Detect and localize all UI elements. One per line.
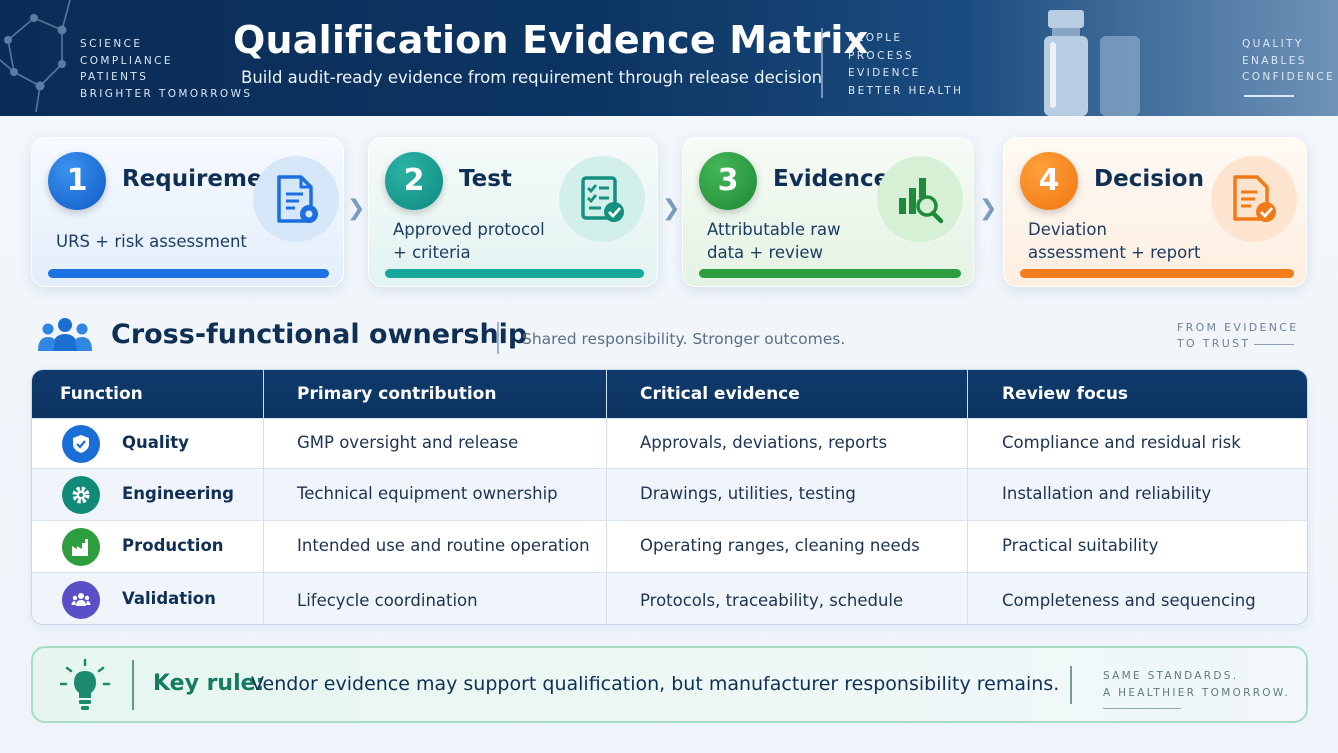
step-card-decision: 4 Decision Deviation assessment + report <box>1003 137 1307 287</box>
table-row: Engineering Technical equipment ownershi… <box>32 468 1307 520</box>
step-number: 1 <box>48 152 106 210</box>
step-description: URS + risk assessment <box>56 232 247 251</box>
banner-divider <box>821 28 823 98</box>
key-rule-text: Vendor evidence may support qualificatio… <box>251 673 1060 695</box>
step-card-test: 2 Test Approved protocol + criteria <box>368 137 658 287</box>
step-progress-bar <box>48 269 329 278</box>
evidence-cell: Approvals, deviations, reports <box>640 433 888 452</box>
key-rule-label: Key rule: <box>153 671 265 696</box>
chevron-right-icon: ❯ <box>347 196 366 221</box>
key-rule-banner: Key rule: Vendor evidence may support qu… <box>31 646 1308 723</box>
focus-cell: Compliance and residual risk <box>1002 433 1241 452</box>
document-gear-icon <box>253 156 339 242</box>
step-card-evidence: 3 Evidence Attributable raw data + revie… <box>682 137 974 287</box>
section-subtitle: Shared responsibility. Stronger outcomes… <box>522 330 846 348</box>
step-description: Attributable raw data + review <box>707 220 841 262</box>
column-header-contribution: Primary contribution <box>297 384 497 404</box>
step-description: Deviation assessment + report <box>1028 220 1201 262</box>
shield-check-icon <box>62 425 100 463</box>
evidence-cell: Operating ranges, cleaning needs <box>640 536 920 555</box>
step-title: Evidence <box>773 166 890 192</box>
step-card-requirement: 1 Requirement URS + risk assessment <box>31 137 344 287</box>
vial-icon <box>1044 10 1140 116</box>
section-title: Cross-functional ownership <box>111 319 528 350</box>
column-divider <box>967 370 968 624</box>
column-header-focus: Review focus <box>1002 384 1129 404</box>
header-banner: SCIENCE COMPLIANCE PATIENTS BRIGHTER TOM… <box>0 0 1338 116</box>
evidence-cell: Protocols, traceability, schedule <box>640 591 904 610</box>
contribution-cell: GMP oversight and release <box>297 433 519 452</box>
report-check-icon <box>1211 156 1297 242</box>
team-icon <box>62 581 100 619</box>
contribution-cell: Technical equipment ownership <box>297 484 558 503</box>
step-progress-bar <box>1020 269 1294 278</box>
function-label: Production <box>122 536 224 555</box>
function-label: Engineering <box>122 484 234 503</box>
step-number: 4 <box>1020 152 1078 210</box>
tagline-left: SCIENCE COMPLIANCE PATIENTS BRIGHTER TOM… <box>80 38 253 100</box>
table-row: Validation Lifecycle coordination Protoc… <box>32 572 1307 624</box>
section-tagline: FROM EVIDENCE TO TRUST <box>1177 321 1299 350</box>
checklist-icon <box>559 156 645 242</box>
contribution-cell: Intended use and routine operation <box>297 536 590 555</box>
lightbulb-icon <box>59 658 111 710</box>
step-number: 2 <box>385 152 443 210</box>
chevron-right-icon: ❯ <box>662 196 681 221</box>
banner-rule <box>1244 95 1294 97</box>
step-progress-bar <box>385 269 644 278</box>
step-number: 3 <box>699 152 757 210</box>
focus-cell: Installation and reliability <box>1002 484 1212 503</box>
contribution-cell: Lifecycle coordination <box>297 591 478 610</box>
tagline-right: QUALITY ENABLES CONFIDENCE <box>1242 38 1336 83</box>
chart-magnifier-icon <box>877 156 963 242</box>
page-title: Qualification Evidence Matrix <box>233 18 869 62</box>
step-title: Test <box>459 166 512 192</box>
step-progress-bar <box>699 269 961 278</box>
focus-cell: Completeness and sequencing <box>1002 591 1256 610</box>
column-divider <box>263 370 264 624</box>
tagline-mid: PEOPLE PROCESS EVIDENCE BETTER HEALTH <box>848 32 964 97</box>
column-divider <box>606 370 607 624</box>
ownership-table: Function Primary contribution Critical e… <box>31 369 1308 625</box>
chevron-right-icon: ❯ <box>979 196 998 221</box>
section-divider <box>497 322 499 354</box>
column-header-evidence: Critical evidence <box>640 384 800 404</box>
key-rule-tagline: SAME STANDARDS. A HEALTHIER TOMORROW. <box>1103 668 1290 709</box>
column-header-function: Function <box>60 384 143 404</box>
focus-cell: Practical suitability <box>1002 536 1159 555</box>
page-subtitle: Build audit-ready evidence from requirem… <box>241 68 823 87</box>
key-rule-divider <box>1070 666 1072 704</box>
factory-icon <box>62 528 100 566</box>
table-header: Function Primary contribution Critical e… <box>32 370 1307 418</box>
evidence-cell: Drawings, utilities, testing <box>640 484 856 503</box>
function-label: Quality <box>122 433 189 452</box>
gear-icon <box>62 476 100 514</box>
people-group-icon <box>38 318 92 351</box>
table-row: Production Intended use and routine oper… <box>32 520 1307 572</box>
step-description: Approved protocol + criteria <box>393 220 545 262</box>
key-rule-divider <box>132 660 134 710</box>
function-label: Validation <box>122 589 216 608</box>
table-row: Quality GMP oversight and release Approv… <box>32 418 1307 468</box>
step-title: Decision <box>1094 166 1204 192</box>
